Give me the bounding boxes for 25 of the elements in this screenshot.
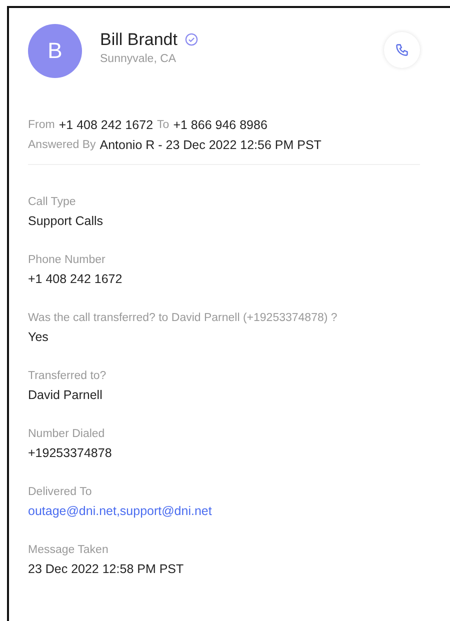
to-label: To <box>157 119 170 131</box>
field-label: Number Dialed <box>28 428 106 440</box>
call-button[interactable] <box>384 32 420 68</box>
answered-by-label: Answered By <box>28 139 96 151</box>
contact-name: Bill Brandt <box>100 30 178 50</box>
from-label: From <box>28 119 55 131</box>
field-value: Yes <box>28 330 50 344</box>
field-value: +1 408 242 1672 <box>28 272 124 286</box>
field-value: Support Calls <box>28 214 104 228</box>
avatar: B <box>28 24 82 78</box>
from-number: +1 408 242 1672 <box>58 118 154 132</box>
field-label: Transferred to? <box>28 370 108 382</box>
field-label: Call Type <box>28 196 77 208</box>
field-label: Message Taken <box>28 544 110 556</box>
phone-icon <box>395 43 409 57</box>
field-value: 23 Dec 2022 12:58 PM PST <box>28 562 185 576</box>
field-label: Delivered To <box>28 486 93 498</box>
field-label: Was the call transferred? to David Parnell (+19253374878) ? <box>28 312 338 324</box>
email-link[interactable]: outage@dni.net,support@dni.net <box>28 504 420 518</box>
to-number: +1 866 946 8986 <box>173 118 268 132</box>
field-label: Phone Number <box>28 254 106 266</box>
field-value: +19253374878 <box>28 446 113 460</box>
contact-location: Sunnyvale, CA <box>100 52 178 64</box>
answered-by-value: Antonio R - 23 Dec 2022 12:56 PM PST <box>100 138 322 152</box>
field-value: David Parnell <box>28 388 104 402</box>
